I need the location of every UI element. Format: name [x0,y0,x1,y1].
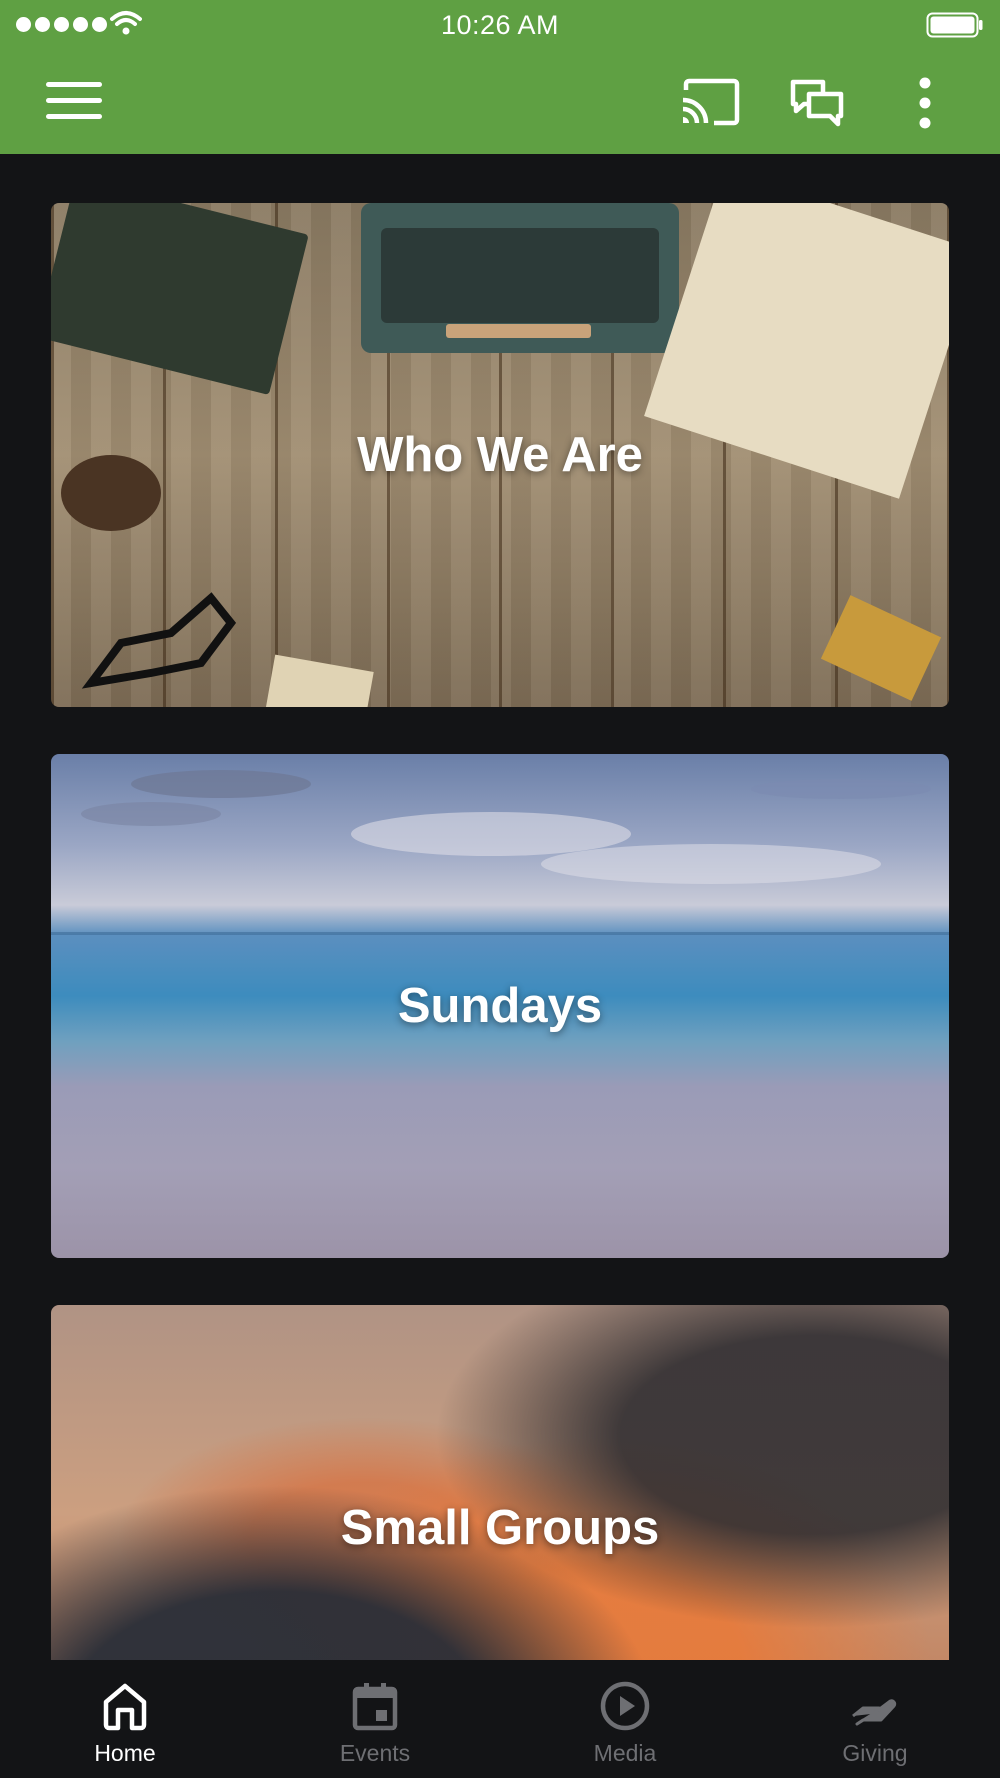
tab-label: Home [94,1740,156,1766]
chat-bubbles-icon[interactable] [790,78,844,128]
calendar-icon [352,1683,398,1731]
card-title: Who We Are [357,428,643,482]
hamburger-menu-icon[interactable] [46,82,102,122]
giving-hand-icon [852,1699,897,1726]
tab-media[interactable]: Media [500,1660,750,1778]
tab-label: Giving [842,1740,908,1766]
tab-label: Media [593,1740,657,1766]
tab-label: Events [339,1740,411,1766]
card-title: Small Groups [340,1501,660,1555]
play-circle-icon [600,1681,650,1731]
home-icon [103,1683,147,1731]
card-who-we-are[interactable]: Who We Are [51,203,949,707]
bottom-tab-bar: Home Events Media Giving [0,1660,1000,1778]
tab-home[interactable]: Home [0,1660,250,1778]
tab-giving[interactable]: Giving [750,1660,1000,1778]
tab-events[interactable]: Events [250,1660,500,1778]
card-title: Sundays [397,979,603,1033]
top-bar: 10:26 AM [0,0,1000,154]
battery-icon [926,12,983,38]
status-bar: 10:26 AM [0,0,1000,50]
content-feed: Who We Are Sundays Small Groups [0,154,1000,1660]
app-bar [0,50,1000,154]
card-small-groups[interactable]: Small Groups [51,1305,949,1660]
cast-icon[interactable] [680,78,740,126]
card-sundays[interactable]: Sundays [51,754,949,1258]
more-vertical-icon[interactable] [910,76,940,130]
status-time: 10:26 AM [440,10,560,40]
